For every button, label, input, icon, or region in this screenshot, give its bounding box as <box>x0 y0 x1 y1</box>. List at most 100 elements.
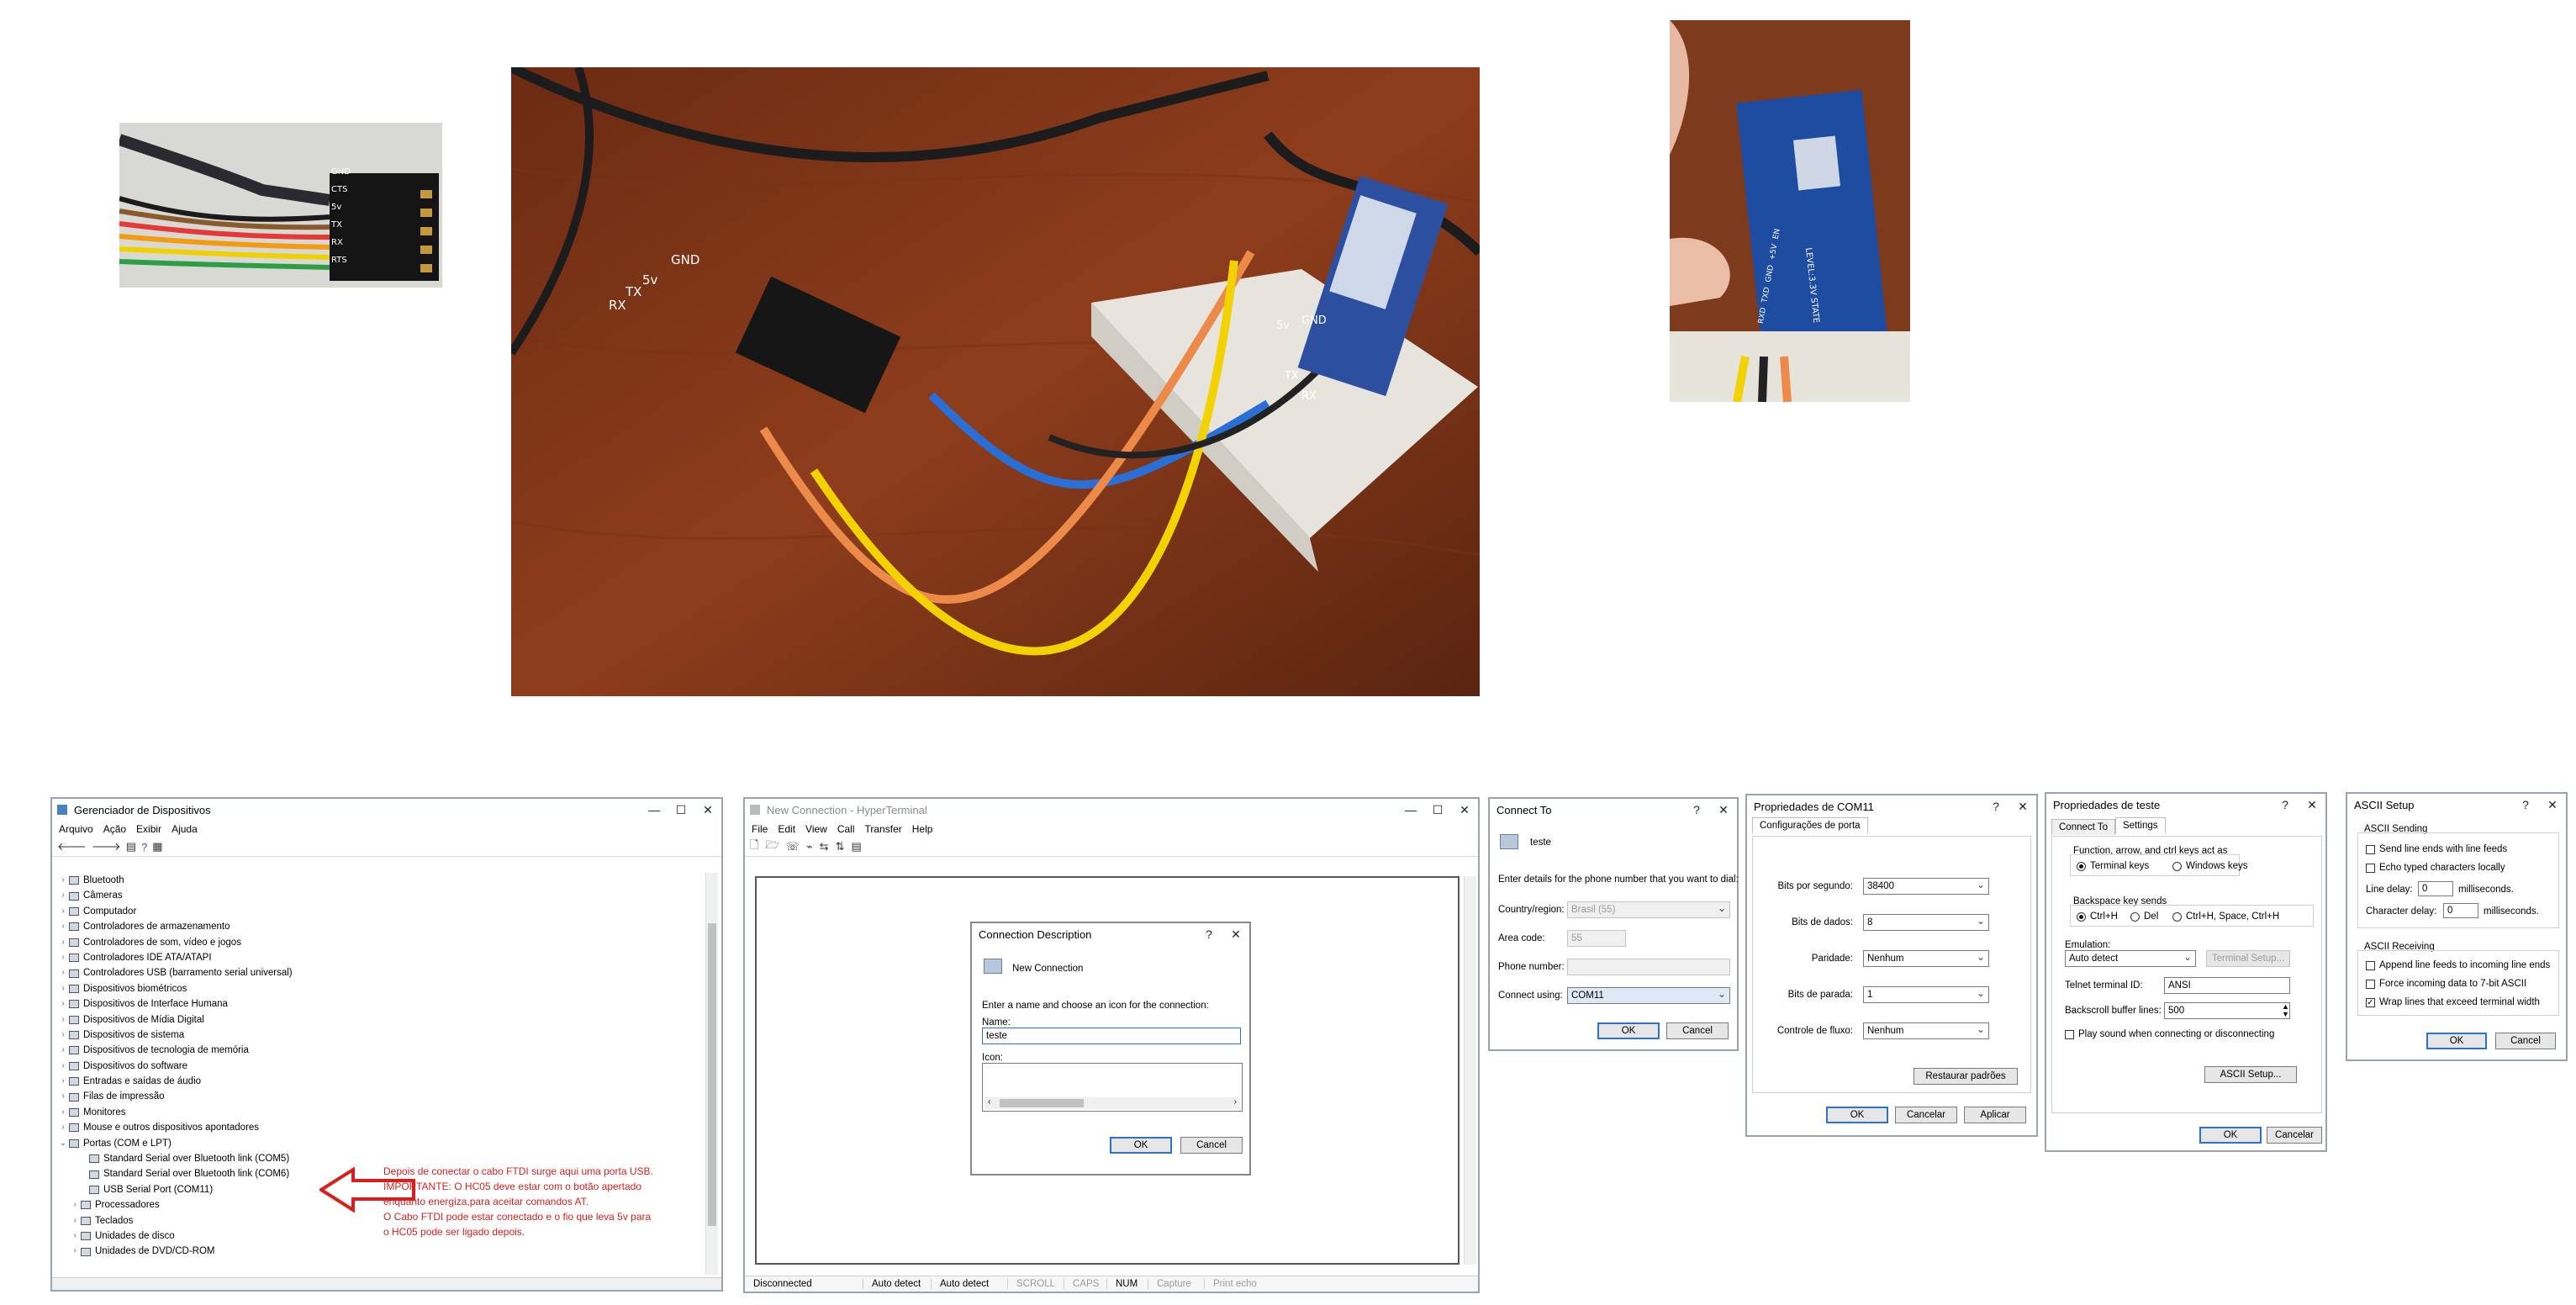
phone-input[interactable] <box>1567 959 1730 975</box>
tree-item[interactable]: › Dispositivos de Mídia Digital <box>57 1012 701 1028</box>
tree-item[interactable]: › Controladores IDE ATA/ATAPI <box>57 950 701 965</box>
cancel-button[interactable]: Cancel <box>1666 1022 1729 1039</box>
tab-port-settings[interactable]: Configurações de porta <box>1752 817 1868 833</box>
phone-icon[interactable]: ☏ <box>786 840 800 853</box>
tree-item[interactable]: › Computador <box>57 904 701 919</box>
tree-item[interactable]: › Bluetooth <box>57 873 701 888</box>
chevron-right-icon[interactable]: › <box>69 1213 81 1228</box>
tree-item[interactable]: › Entradas e saídas de áudio <box>57 1074 701 1089</box>
tree-item[interactable]: › Controladores de som, vídeo e jogos <box>57 935 701 950</box>
chevron-right-icon[interactable]: › <box>57 981 69 996</box>
dialog-titlebar[interactable]: Propriedades de teste ? ✕ <box>2046 794 2325 816</box>
chevron-down-icon[interactable]: ⌄ <box>57 1136 69 1151</box>
cancel-button[interactable]: Cancel <box>1180 1137 1243 1154</box>
menu-ajuda[interactable]: Ajuda <box>172 823 198 835</box>
close-icon[interactable]: ✕ <box>2299 798 2325 812</box>
ctrlh-radio[interactable]: Ctrl+H <box>2077 911 2118 922</box>
area-code-input[interactable]: 55 <box>1567 930 1626 947</box>
tree-item[interactable]: › Dispositivos de sistema <box>57 1028 701 1043</box>
help-icon[interactable]: ? <box>1683 803 1710 816</box>
ok-button[interactable]: OK <box>1826 1107 1888 1123</box>
restore-defaults-button[interactable]: Restaurar padrões <box>1914 1068 2018 1085</box>
open-folder-icon[interactable]: 🗁 <box>765 837 779 856</box>
tree-item[interactable]: › Dispositivos do software <box>57 1059 701 1074</box>
terminal-setup-button[interactable]: Terminal Setup... <box>2206 950 2290 967</box>
chevron-right-icon[interactable]: › <box>57 935 69 950</box>
port-setting-select[interactable]: 8 <box>1863 914 1989 931</box>
tree-item[interactable]: › Dispositivos biométricos <box>57 981 701 996</box>
maximize-icon[interactable]: ☐ <box>1424 803 1451 817</box>
dialog-titlebar[interactable]: Connection Description ? ✕ <box>972 923 1249 945</box>
country-select[interactable]: Brasil (55) <box>1567 901 1730 918</box>
chevron-right-icon[interactable]: › <box>57 1120 69 1135</box>
echo-checkbox[interactable]: Echo typed characters locally <box>2366 863 2505 873</box>
hyperterminal-titlebar[interactable]: New Connection - HyperTerminal — ☐ ✕ <box>745 799 1478 821</box>
close-icon[interactable]: ✕ <box>694 803 721 817</box>
dialog-titlebar[interactable]: ASCII Setup ? ✕ <box>2347 794 2566 816</box>
chevron-right-icon[interactable]: › <box>57 950 69 965</box>
view-icon[interactable]: ▦ <box>152 840 162 853</box>
receive-icon[interactable]: ⇅ <box>836 840 845 853</box>
tree-item[interactable]: › Monitores <box>57 1105 701 1120</box>
chevron-right-icon[interactable]: › <box>57 996 69 1012</box>
tree-item[interactable]: › Controladores USB (barramento serial un… <box>57 965 701 980</box>
new-file-icon[interactable]: 🗋 <box>750 837 758 856</box>
scroll-right-icon[interactable]: › <box>1234 1097 1237 1109</box>
icon-picker-scrollbar[interactable]: ‹ › <box>984 1097 1240 1109</box>
connect-using-select[interactable]: COM11 <box>1567 987 1730 1004</box>
port-setting-select[interactable]: 38400 <box>1863 878 1989 895</box>
apply-button[interactable]: Aplicar <box>1964 1107 2026 1123</box>
line-delay-input[interactable]: 0 <box>2418 881 2453 896</box>
chevron-right-icon[interactable]: › <box>57 965 69 980</box>
chevron-right-icon[interactable]: › <box>57 1028 69 1043</box>
help-icon[interactable]: ? <box>1196 927 1222 941</box>
ok-button[interactable]: OK <box>1110 1137 1172 1154</box>
help-icon[interactable]: ? <box>1982 800 2009 813</box>
menu-view[interactable]: View <box>805 823 827 835</box>
scroll-left-icon[interactable]: ‹ <box>988 1097 990 1109</box>
name-input[interactable]: teste <box>982 1028 1241 1044</box>
close-icon[interactable]: ✕ <box>2009 800 2036 814</box>
device-manager-titlebar[interactable]: Gerenciador de Dispositivos — ☐ ✕ <box>52 799 721 821</box>
menu-exibir[interactable]: Exibir <box>136 823 161 835</box>
tab-settings[interactable]: Settings <box>2114 817 2166 833</box>
ascii-setup-button[interactable]: ASCII Setup... <box>2204 1066 2297 1083</box>
close-icon[interactable]: ✕ <box>1222 927 1249 942</box>
chevron-right-icon[interactable]: › <box>57 904 69 919</box>
chevron-right-icon[interactable]: › <box>57 1012 69 1028</box>
menu-help[interactable]: Help <box>912 823 933 835</box>
port-setting-select[interactable]: Nenhum <box>1863 1022 1989 1039</box>
emulation-select[interactable]: Auto detect <box>2065 950 2196 967</box>
tree-item[interactable]: › Dispositivos de tecnologia de memória <box>57 1043 701 1058</box>
menu-acao[interactable]: Ação <box>103 823 126 835</box>
menu-edit[interactable]: Edit <box>778 823 795 835</box>
menu-transfer[interactable]: Transfer <box>865 823 902 835</box>
append-lf-checkbox[interactable]: Append line feeds to incoming line ends <box>2366 960 2550 970</box>
ok-button[interactable]: OK <box>2199 1127 2262 1144</box>
chevron-right-icon[interactable]: › <box>57 1043 69 1058</box>
buffer-spinner-icon[interactable]: ▲ ▼ <box>2282 1003 2289 1018</box>
menu-file[interactable]: File <box>752 823 768 835</box>
icon-picker[interactable]: ‹ › <box>982 1063 1243 1112</box>
ctrlh-space-radio[interactable]: Ctrl+H, Space, Ctrl+H <box>2172 911 2279 922</box>
wrap-lines-checkbox[interactable]: ✓ Wrap lines that exceed terminal width <box>2366 997 2540 1007</box>
play-sound-checkbox[interactable]: Play sound when connecting or disconnect… <box>2065 1029 2274 1039</box>
help-icon[interactable]: ? <box>2272 798 2299 811</box>
properties-icon[interactable]: ▤ <box>126 840 136 853</box>
cancel-button[interactable]: Cancelar <box>2267 1127 2322 1144</box>
dialog-titlebar[interactable]: Propriedades de COM11 ? ✕ <box>1747 795 2036 817</box>
close-icon[interactable]: ✕ <box>2539 798 2566 812</box>
chevron-right-icon[interactable]: › <box>57 1074 69 1089</box>
terminal-keys-radio[interactable]: Terminal keys <box>2077 861 2149 871</box>
chevron-right-icon[interactable]: › <box>69 1197 81 1213</box>
close-icon[interactable]: ✕ <box>1710 803 1737 817</box>
help-icon[interactable]: ? <box>2512 798 2539 811</box>
tree-item[interactable]: › Unidades de DVD/CD-ROM <box>57 1244 701 1259</box>
ok-button[interactable]: OK <box>2426 1033 2487 1049</box>
menu-call[interactable]: Call <box>837 823 855 835</box>
chevron-right-icon[interactable]: › <box>57 873 69 888</box>
chevron-right-icon[interactable]: › <box>57 919 69 934</box>
tab-connect-to[interactable]: Connect To <box>2051 819 2115 835</box>
maximize-icon[interactable]: ☐ <box>668 803 694 817</box>
port-setting-select[interactable]: Nenhum <box>1863 950 1989 967</box>
